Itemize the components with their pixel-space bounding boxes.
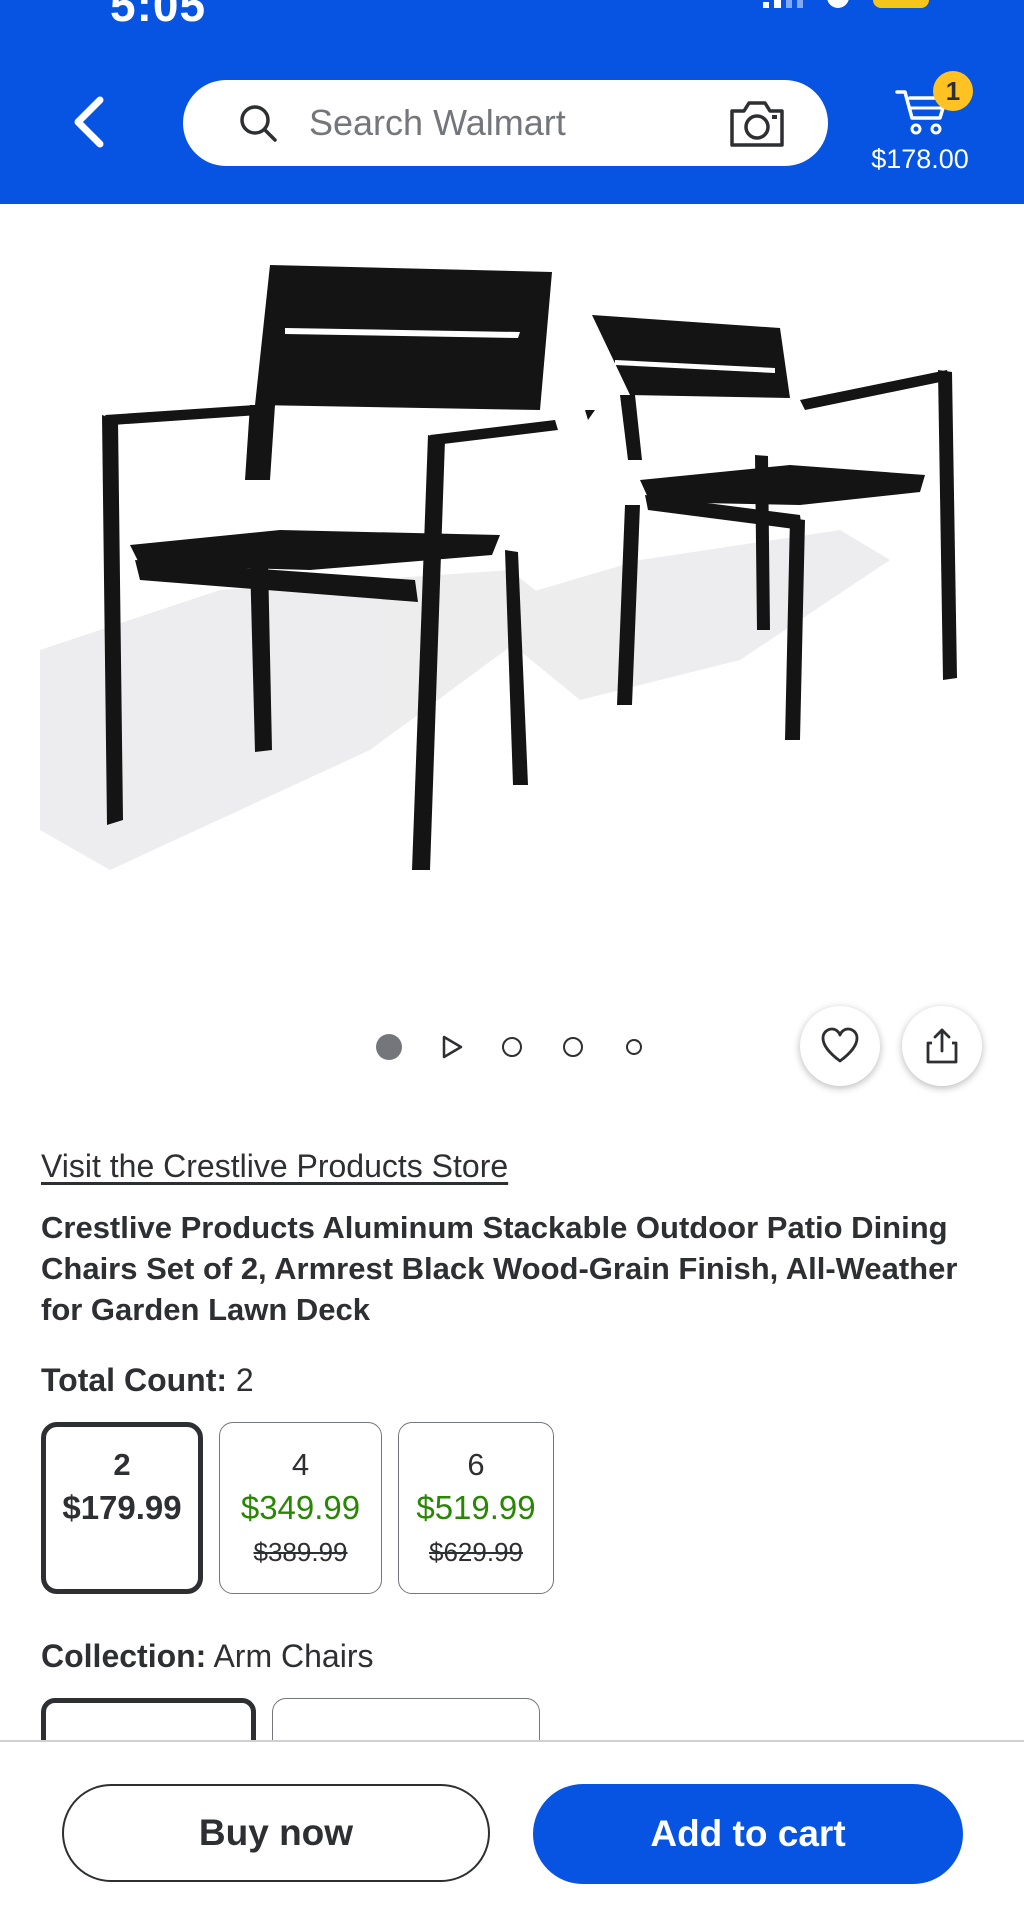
search-icon [240,105,277,142]
variant-count: 2 [113,1447,131,1482]
total-count-value: 2 [235,1362,254,1398]
variant-price: $519.99 [416,1489,536,1526]
carousel-dot-1[interactable] [376,1034,402,1060]
status-time: 5:05 [110,0,207,31]
top-header: 5:05 1 $178.00 [0,0,1024,204]
wifi-icon [827,0,849,8]
signal-icon [763,0,803,8]
carousel-dot-4[interactable] [563,1037,583,1057]
chevron-left-icon[interactable] [62,92,122,152]
status-icons [763,0,929,8]
video-play-icon[interactable] [438,1033,466,1061]
variant-was-price: $629.99 [429,1537,523,1567]
cart-button[interactable]: 1 $178.00 [865,66,975,176]
variant-price: $179.99 [62,1489,182,1526]
search-bar[interactable] [183,80,828,166]
variant-option-4[interactable]: 4 $349.99 $389.99 [219,1422,382,1594]
store-link[interactable]: Visit the Crestlive Products Store [41,1148,508,1185]
image-carousel-indicators [370,1030,650,1064]
favorite-button[interactable] [800,1006,880,1086]
collection-value: Arm Chairs [213,1638,374,1674]
camera-icon[interactable] [728,97,786,149]
add-to-cart-button[interactable]: Add to cart [533,1784,963,1884]
variant-count: 6 [467,1447,485,1482]
carousel-dot-5[interactable] [626,1039,642,1055]
product-image[interactable] [40,230,1000,890]
variant-option-6[interactable]: 6 $519.99 $629.99 [398,1422,554,1594]
share-button[interactable] [902,1006,982,1086]
cart-total: $178.00 [871,144,969,174]
variant-option-2[interactable]: 2 $179.99 [41,1422,203,1594]
carousel-dot-3[interactable] [502,1037,522,1057]
variant-count: 4 [291,1447,310,1482]
heart-icon [821,1027,859,1063]
share-icon [926,1028,958,1064]
collection-label: Collection: Arm Chairs [41,1638,373,1675]
variant-was-price: $389.99 [253,1537,348,1567]
variant-price: $349.99 [240,1489,361,1526]
battery-icon [873,0,929,8]
bottom-action-bar: Buy now Add to cart [0,1740,1024,1926]
total-count-label: Total Count: 2 [41,1362,254,1399]
product-title: Crestlive Products Aluminum Stackable Ou… [41,1210,958,1327]
cart-count-badge: 1 [933,71,973,111]
buy-now-button[interactable]: Buy now [62,1784,490,1882]
total-count-heading: Total Count: [41,1362,228,1398]
collection-heading: Collection: [41,1638,207,1674]
search-input[interactable] [307,92,731,154]
